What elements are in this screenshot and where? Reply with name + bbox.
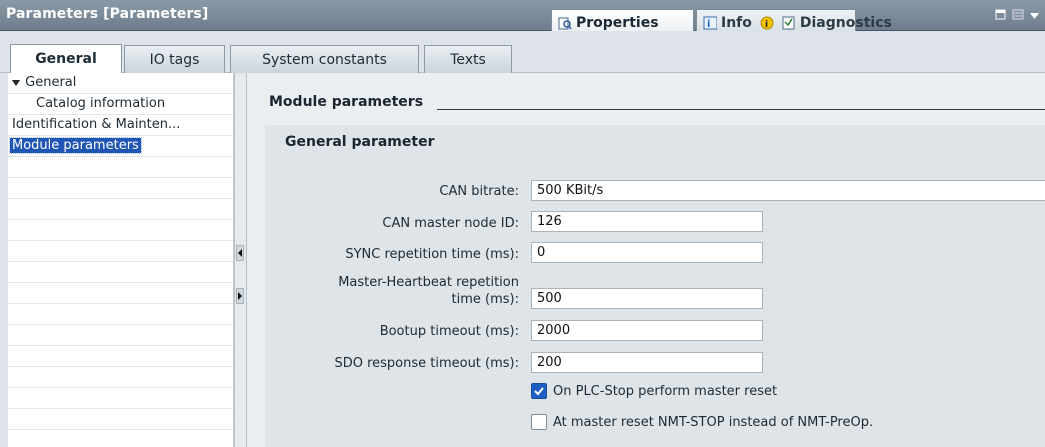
nav-empty-row (8, 283, 233, 304)
nav-empty-row (8, 220, 233, 241)
float-window-icon[interactable] (995, 9, 1006, 23)
section-divider (437, 109, 1045, 110)
tab-info-label: Info (721, 14, 752, 31)
can-master-node-id-label: CAN master node ID: (382, 216, 519, 231)
general-parameter-panel: General parameter CAN bitrate: 500 KBit/… (265, 125, 1045, 447)
window-title: Parameters [Parameters] (6, 6, 209, 22)
tab-diagnostics-label: Diagnostics (799, 14, 892, 31)
diagnostics-icon (782, 16, 796, 30)
tab-io-tags[interactable]: IO tags (124, 45, 225, 73)
expand-right-handle[interactable] (236, 288, 244, 304)
sdo-timeout-label: SDO response timeout (ms): (334, 356, 519, 371)
nav-item-identification[interactable]: Identification & Mainten... (8, 115, 233, 136)
left-edge (0, 73, 8, 447)
collapse-left-handle[interactable] (236, 245, 244, 261)
nmt-stop-label: At master reset NMT-STOP instead of NMT-… (553, 414, 874, 430)
nav-empty-row (8, 157, 233, 178)
nav-item-catalog-information[interactable]: Catalog information (8, 94, 233, 115)
tab-general[interactable]: General (10, 44, 122, 73)
window-controls (995, 9, 1039, 23)
expand-right-icon (238, 292, 242, 300)
section-title: Module parameters (269, 94, 432, 110)
nav-empty-row (8, 178, 233, 199)
nav-empty-row (8, 325, 233, 346)
info-icon: i (703, 16, 717, 30)
nav-label-module-parameters: Module parameters (9, 137, 142, 154)
expand-arrow-icon[interactable] (12, 79, 21, 87)
panel-splitter[interactable] (234, 73, 247, 447)
nav-label-catalog: Catalog information (36, 96, 166, 111)
nmt-stop-checkbox[interactable]: At master reset NMT-STOP instead of NMT-… (531, 414, 873, 430)
nav-empty-row (8, 304, 233, 325)
nav-label-identification: Identification & Mainten... (12, 117, 181, 132)
checkbox-checked[interactable] (531, 383, 547, 399)
collapse-left-icon (238, 249, 242, 257)
warning-info-icon: i (760, 16, 774, 30)
sync-repetition-field[interactable]: 0 (531, 242, 763, 263)
nav-empty-row (8, 388, 233, 409)
can-bitrate-label: CAN bitrate: (439, 184, 519, 199)
section-nav: General Catalog information Identificati… (8, 73, 234, 447)
properties-icon (558, 16, 572, 30)
sdo-timeout-field[interactable]: 200 (531, 352, 763, 373)
nav-empty-row (8, 241, 233, 262)
bootup-timeout-field[interactable]: 2000 (531, 320, 763, 341)
heartbeat-label-line1: Master-Heartbeat repetition (338, 275, 519, 290)
title-bar: Parameters [Parameters] Properties i Inf… (0, 0, 1045, 35)
master-reset-label: On PLC-Stop perform master reset (553, 383, 778, 399)
sub-tab-bar: General IO tags System constants Texts (0, 31, 1045, 73)
group-title: General parameter (285, 134, 435, 150)
tab-properties-label: Properties (576, 14, 659, 31)
bootup-timeout-label: Bootup timeout (ms): (379, 324, 519, 339)
nav-empty-row (8, 262, 233, 283)
checkmark-icon (534, 387, 544, 396)
nav-item-module-parameters[interactable]: Module parameters (8, 136, 233, 157)
nav-item-general[interactable]: General (8, 73, 233, 94)
master-reset-checkbox[interactable]: On PLC-Stop perform master reset (531, 383, 777, 399)
svg-text:i: i (765, 20, 768, 30)
tab-system-constants[interactable]: System constants (230, 45, 419, 73)
svg-text:i: i (707, 19, 710, 30)
can-bitrate-field[interactable]: 500 KBit/s (531, 180, 1045, 201)
checkbox-unchecked[interactable] (531, 414, 547, 430)
chevron-down-icon[interactable] (1030, 10, 1039, 23)
sync-repetition-label: SYNC repetition time (ms): (345, 247, 519, 262)
heartbeat-field[interactable]: 500 (531, 288, 763, 309)
nav-empty-row (8, 346, 233, 367)
nav-empty-row (8, 367, 233, 388)
nav-label-general: General (25, 75, 77, 90)
can-master-node-id-field[interactable]: 126 (531, 211, 763, 232)
nav-empty-row (8, 409, 233, 430)
nav-empty-row (8, 199, 233, 220)
heartbeat-label-line2: time (ms): (451, 292, 519, 307)
tab-texts[interactable]: Texts (424, 45, 512, 73)
content-area: Module parameters General parameter CAN … (247, 73, 1045, 447)
layout-menu-icon[interactable] (1012, 9, 1024, 23)
